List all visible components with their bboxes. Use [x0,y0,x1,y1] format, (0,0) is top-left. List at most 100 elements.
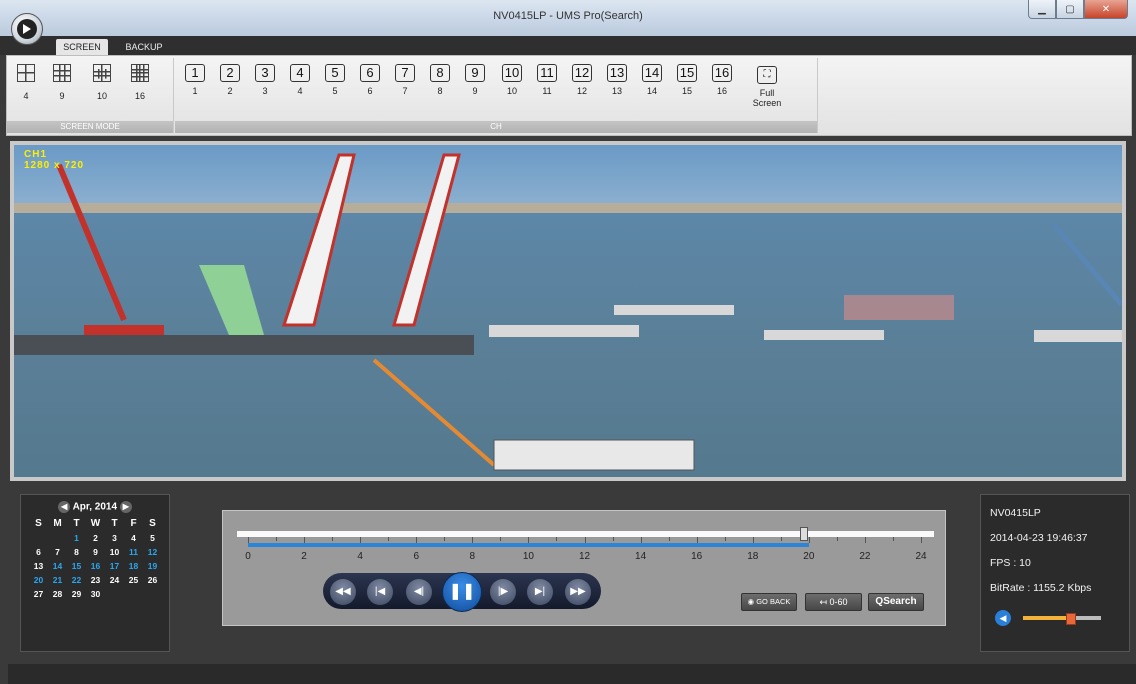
status-bar [8,664,1136,684]
full-screen-button[interactable]: ⛶ Full Screen [747,64,787,108]
channel-group: 11 22 33 44 55 66 77 88 99 10 10 11 11 12 1… [175,58,818,133]
calendar-day[interactable]: 15 [67,559,86,573]
maximize-button[interactable]: ▢ [1056,0,1084,19]
calendar-dow: F [130,518,137,529]
calendar-day[interactable]: 19 [143,559,162,573]
minimize-button[interactable]: ▁ [1028,0,1056,19]
calendar-dow: M [53,518,62,529]
calendar-day[interactable]: 7 [48,545,67,559]
timeline-tick [276,537,278,541]
calendar-day[interactable]: 23 [86,573,105,587]
calendar-week-row: 13 14 15 16 17 18 19 [29,559,163,573]
timeline-hour-label: 22 [859,551,871,562]
channel-1-button[interactable]: 11 [180,64,210,96]
volume-knob[interactable] [1065,613,1076,625]
calendar-day[interactable]: 25 [124,573,143,587]
app-logo-icon[interactable] [11,13,43,45]
calendar-day[interactable]: 21 [48,573,67,587]
calendar-day[interactable]: 12 [143,545,162,559]
video-osd: CH1 1280 x 720 [24,149,85,171]
calendar-grid: S M T W T F S 1 2 3 4 5 6 7 8 9 10 11 12 13 14 15 16 17 18 19 20 21… [29,517,163,601]
screen-mode-10-button[interactable]: 10 [87,64,117,101]
calendar-header: ◀ Apr, 2014 ▶ [21,501,169,513]
channel-5-button[interactable]: 55 [320,64,350,96]
calendar-day[interactable]: 28 [48,587,67,601]
calendar-day[interactable]: 10 [105,545,124,559]
playback-datetime: 2014-04-23 19:46:37 [990,532,1088,544]
calendar-day[interactable]: 4 [124,531,143,545]
timeline-hour-label: 18 [747,551,759,562]
channel-3-button[interactable]: 33 [250,64,280,96]
calendar-day[interactable]: 1 [67,531,86,545]
close-button[interactable]: ✕ [1084,0,1128,19]
timeline-handle[interactable] [800,527,809,541]
channel-8-button[interactable]: 88 [425,64,455,96]
calendar-day[interactable]: 18 [124,559,143,573]
channel-4-button[interactable]: 44 [285,64,315,96]
pause-button[interactable]: ❚❚ [442,572,482,612]
tab-screen[interactable]: SCREEN [56,39,108,55]
window-title: NV0415LP - UMS Pro(Search) [493,10,643,22]
timeline-hour-label: 4 [357,551,363,562]
go-back-button[interactable]: ◉ GO BACK [741,593,797,611]
grid-16-icon [131,64,149,82]
calendar-day[interactable]: 14 [48,559,67,573]
range-button[interactable]: ↤ 0-60 [805,593,862,611]
fast-forward-button[interactable]: ▶▶ [565,579,591,605]
volume-slider[interactable] [1023,613,1101,625]
channel-14-button[interactable]: 14 14 [637,64,667,96]
device-name: NV0415LP [990,507,1041,519]
fast-rewind-button[interactable]: ◀◀ [330,579,356,605]
step-forward-button[interactable]: |▶ [490,579,516,605]
channel-16-button[interactable]: 16 16 [707,64,737,96]
speaker-icon[interactable]: ◀ [995,610,1011,626]
tab-bar: SCREEN BACKUP [0,36,1136,55]
calendar-day[interactable]: 8 [67,545,86,559]
next-button[interactable]: ▶| [527,579,553,605]
calendar-day[interactable]: 6 [29,545,48,559]
calendar-day[interactable]: 29 [67,587,86,601]
calendar-day[interactable]: 13 [29,559,48,573]
screen-mode-16-button[interactable]: 16 [125,64,155,101]
calendar-dow: T [73,518,80,529]
calendar-day[interactable]: 17 [105,559,124,573]
calendar-dow-row: SMTWTFS [29,517,163,531]
channel-11-button[interactable]: 11 11 [532,64,562,96]
prev-month-icon[interactable]: ◀ [58,501,71,513]
video-view[interactable]: CH1 1280 x 720 [10,141,1126,481]
calendar-day[interactable]: 16 [86,559,105,573]
timeline-hour-label: 2 [301,551,307,562]
previous-button[interactable]: |◀ [367,579,393,605]
calendar-day[interactable]: 22 [67,573,86,587]
timeline-tick [836,537,838,541]
timeline-hour-label: 10 [522,551,534,562]
calendar-day[interactable]: 3 [105,531,124,545]
calendar-day[interactable]: 27 [29,587,48,601]
calendar-day[interactable]: 9 [86,545,105,559]
calendar-day[interactable]: 24 [105,573,124,587]
timeline-tick [444,537,446,541]
calendar-day[interactable]: 11 [124,545,143,559]
channel-15-button[interactable]: 15 15 [672,64,702,96]
channel-6-button[interactable]: 66 [355,64,385,96]
calendar-day[interactable]: 20 [29,573,48,587]
screen-mode-4-button[interactable]: 4 [11,64,41,101]
timeline-tick [724,537,726,541]
qsearch-button[interactable]: QSearch [868,593,924,611]
screen-mode-9-button[interactable]: 9 [47,64,77,101]
calendar-week-row: 20 21 22 23 24 25 26 [29,573,163,587]
calendar-day[interactable]: 26 [143,573,162,587]
calendar-day[interactable]: 2 [86,531,105,545]
next-month-icon[interactable]: ▶ [119,501,132,513]
channel-7-button[interactable]: 77 [390,64,420,96]
calendar-day [29,531,48,545]
tab-backup[interactable]: BACKUP [116,39,172,55]
channel-12-button[interactable]: 12 12 [567,64,597,96]
step-back-button[interactable]: ◀| [406,579,432,605]
channel-13-button[interactable]: 13 13 [602,64,632,96]
calendar-day[interactable]: 5 [143,531,162,545]
channel-10-button[interactable]: 10 10 [497,64,527,96]
calendar-day[interactable]: 30 [86,587,105,601]
channel-9-button[interactable]: 99 [460,64,490,96]
channel-2-button[interactable]: 22 [215,64,245,96]
